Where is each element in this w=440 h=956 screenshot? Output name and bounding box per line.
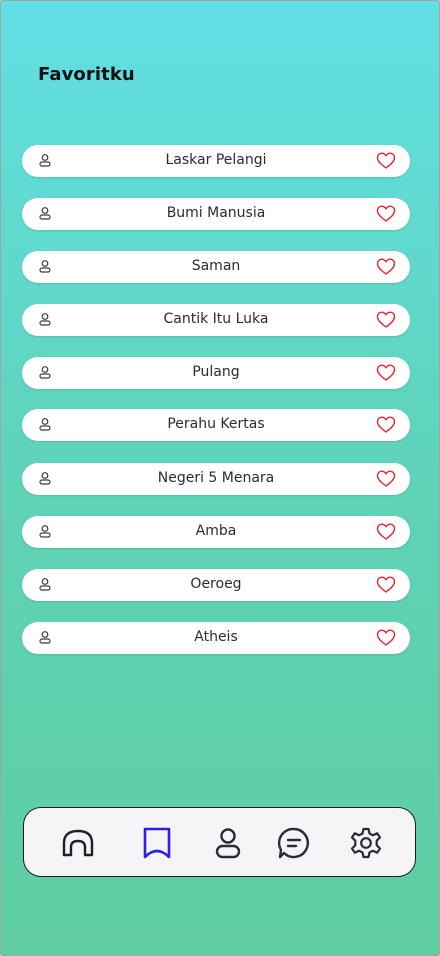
chat-icon [277, 827, 309, 859]
gear-icon [350, 827, 382, 859]
favorite-title: Cantik Itu Luka [163, 311, 269, 327]
favorite-title: Perahu Kertas [167, 416, 265, 432]
nav-settings-button[interactable] [348, 825, 384, 861]
heart-icon[interactable] [376, 469, 396, 489]
user-icon [39, 418, 51, 431]
profile-icon [215, 828, 241, 859]
heart-icon[interactable] [376, 415, 396, 435]
favorite-item[interactable]: Laskar Pelangi [22, 145, 410, 177]
bookmark-icon [143, 827, 171, 859]
user-icon [39, 578, 51, 591]
bottom-navigation [23, 807, 416, 877]
user-icon [39, 313, 51, 326]
favorite-title: Negeri 5 Menara [157, 470, 275, 486]
favorite-item[interactable]: Atheis [22, 622, 410, 654]
favorite-title: Atheis [194, 629, 238, 645]
user-icon [39, 631, 51, 644]
favorite-title: Bumi Manusia [166, 205, 266, 221]
favorite-item[interactable]: Perahu Kertas [22, 409, 410, 441]
favorite-item[interactable]: Amba [22, 516, 410, 548]
heart-icon[interactable] [376, 257, 396, 277]
favorite-title: Saman [191, 258, 241, 274]
favorite-title: Pulang [192, 364, 240, 380]
user-icon [39, 207, 51, 220]
heart-icon[interactable] [376, 204, 396, 224]
favorite-item[interactable]: Bumi Manusia [22, 198, 410, 230]
favorite-item[interactable]: Oeroeg [22, 569, 410, 601]
user-icon [39, 525, 51, 538]
heart-icon[interactable] [376, 628, 396, 648]
favorite-title: Laskar Pelangi [165, 152, 267, 168]
nav-chat-button[interactable] [276, 825, 312, 861]
heart-icon[interactable] [376, 575, 396, 595]
heart-icon[interactable] [376, 151, 396, 171]
nav-home-button[interactable] [60, 825, 96, 861]
favorite-title: Oeroeg [190, 576, 242, 592]
page-title: Favoritku [38, 64, 135, 85]
favorite-item[interactable]: Negeri 5 Menara [22, 463, 410, 495]
heart-icon[interactable] [376, 522, 396, 542]
favorite-item[interactable]: Pulang [22, 357, 410, 389]
user-icon [39, 260, 51, 273]
nav-bookmark-button[interactable] [139, 825, 175, 861]
user-icon [39, 154, 51, 167]
home-icon [62, 829, 94, 857]
favorite-title: Amba [195, 523, 237, 539]
favorite-item[interactable]: Cantik Itu Luka [22, 304, 410, 336]
favorite-item[interactable]: Saman [22, 251, 410, 283]
favorites-screen: Favoritku Laskar Pelangi Bumi Manusia Sama… [0, 0, 440, 956]
user-icon [39, 472, 51, 485]
nav-profile-button[interactable] [210, 825, 246, 861]
user-icon [39, 366, 51, 379]
heart-icon[interactable] [376, 310, 396, 330]
heart-icon[interactable] [376, 363, 396, 383]
